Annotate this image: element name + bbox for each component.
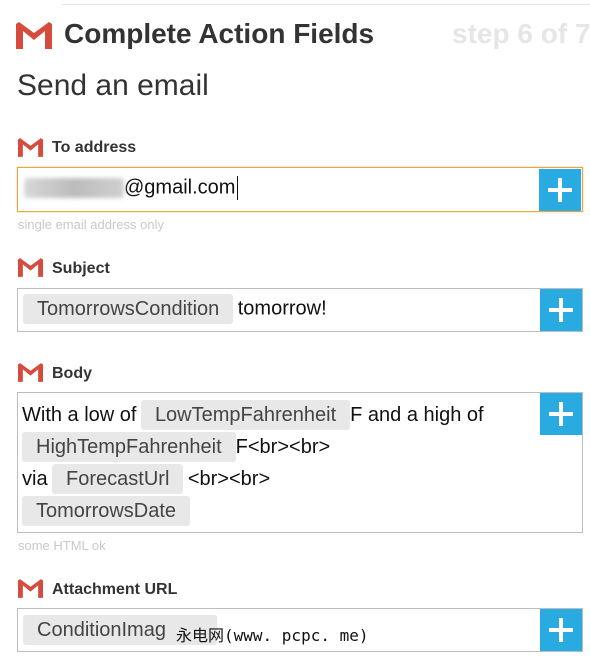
watermark: 永电网(www. pcpc. me) — [176, 626, 369, 645]
insert-field-button[interactable] — [540, 393, 582, 435]
ingredient-token[interactable]: HighTempFahrenheit — [22, 432, 236, 463]
action-name: Send an email — [17, 69, 209, 102]
to-address-value: @gmail.com — [124, 176, 236, 199]
body-text: F<br><br> — [235, 436, 331, 459]
ingredient-token[interactable]: TomorrowsCondition — [23, 294, 234, 324]
body-text: via — [22, 468, 48, 491]
ingredient-token[interactable]: ForecastUrl — [52, 464, 184, 495]
body-label: Body — [52, 365, 92, 382]
text-caret — [237, 176, 239, 200]
gmail-icon — [18, 258, 43, 277]
body-text: With a low of — [22, 404, 137, 426]
gmail-icon — [18, 138, 43, 157]
ingredient-token[interactable]: TomorrowsDate — [22, 496, 191, 527]
attachment-url-label: Attachment URL — [52, 581, 178, 598]
insert-field-button[interactable] — [539, 169, 581, 211]
to-address-label: To address — [52, 139, 137, 156]
gmail-icon — [18, 579, 43, 598]
body-text: F and a high of — [350, 404, 484, 426]
insert-field-button[interactable] — [540, 289, 582, 331]
subject-text: tomorrow! — [237, 297, 327, 320]
gmail-icon — [18, 363, 43, 382]
body-hint: some HTML ok — [18, 538, 106, 553]
body-textarea[interactable]: With a low of LowTempFahrenheit F and a h… — [17, 392, 583, 533]
page-title: Complete Action Fields — [64, 18, 375, 49]
subject-input[interactable]: TomorrowsCondition tomorrow! — [17, 288, 583, 332]
to-address-input[interactable]: @gmail.com — [17, 167, 583, 212]
ingredient-token[interactable]: LowTempFahrenheit — [140, 400, 351, 430]
step-indicator: step 6 of 7 — [452, 18, 590, 49]
gmail-icon — [16, 22, 52, 49]
to-address-hint: single email address only — [18, 217, 164, 232]
subject-label: Subject — [52, 260, 110, 277]
redacted-username — [24, 178, 124, 198]
insert-field-button[interactable] — [540, 609, 582, 651]
top-divider — [62, 4, 590, 5]
body-text: <br><br> — [187, 468, 271, 491]
